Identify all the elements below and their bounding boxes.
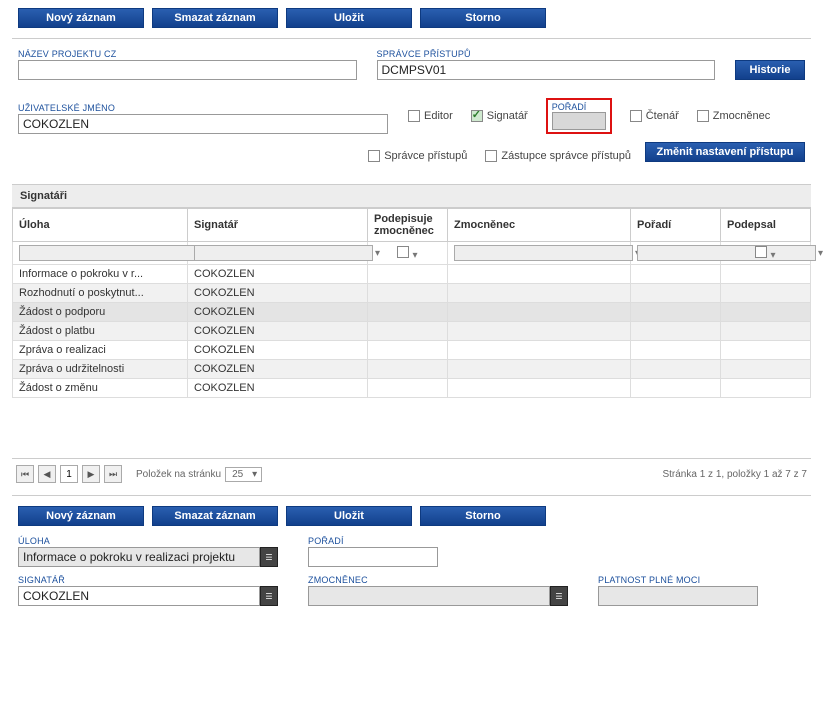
filter-signed[interactable] — [755, 246, 767, 258]
filter-task[interactable] — [19, 245, 198, 261]
proxy-picker-icon[interactable]: ☰ — [550, 586, 568, 606]
signatory-input[interactable] — [18, 586, 260, 606]
funnel-icon[interactable]: ▾ — [413, 250, 418, 261]
access-admin-label: SPRÁVCE PŘÍSTUPŮ — [377, 49, 716, 59]
task-input[interactable] — [18, 547, 260, 567]
funnel-icon[interactable]: ▾ — [771, 250, 776, 261]
pager-first-button[interactable]: ⏮ — [16, 465, 34, 483]
proxy-checkbox[interactable]: Zmocněnec — [697, 110, 770, 122]
pager-page-input[interactable] — [60, 465, 78, 483]
order-input[interactable] — [552, 112, 606, 130]
table-row[interactable]: Informace o pokroku v r...COKOZLEN — [13, 265, 811, 284]
filter-proxy[interactable] — [454, 245, 633, 261]
task-label: ÚLOHA — [18, 536, 278, 546]
table-row[interactable]: Zpráva o udržitelnostiCOKOZLEN — [13, 360, 811, 379]
validity-input[interactable] — [598, 586, 758, 606]
role-checkboxes: Editor Signatář POŘADÍ Čtenář Zmocněnec — [408, 88, 770, 134]
pager: ⏮ ◀ ▶ ⏭ Položek na stránku 25 Stránka 1 … — [12, 458, 811, 489]
history-button[interactable]: Historie — [735, 60, 805, 80]
top-toolbar: Nový záznam Smazat záznam Uložit Storno — [12, 4, 811, 32]
pager-prev-button[interactable]: ◀ — [38, 465, 56, 483]
delete-record-button[interactable]: Smazat záznam — [152, 8, 278, 28]
signatories-table: Úloha Signatář Podepisuje zmocněnec Zmoc… — [12, 208, 811, 398]
username-input[interactable] — [18, 114, 388, 134]
signatory-label: SIGNATÁŘ — [18, 575, 278, 585]
filter-signs-proxy[interactable] — [397, 246, 409, 258]
reader-checkbox[interactable]: Čtenář — [630, 110, 679, 122]
access-admin-checkbox[interactable]: Správce přístupů — [368, 150, 467, 162]
order-highlight-box: POŘADÍ — [546, 98, 612, 134]
col-signatory[interactable]: Signatář — [188, 209, 368, 242]
deputy-admin-checkbox[interactable]: Zástupce správce přístupů — [485, 150, 631, 162]
project-name-input[interactable] — [18, 60, 357, 80]
project-name-label: NÁZEV PROJEKTU CZ — [18, 49, 357, 59]
validity-label: PLATNOST PLNÉ MOCI — [598, 575, 758, 585]
pager-items-label: Položek na stránku — [136, 469, 221, 480]
access-admin-input[interactable] — [377, 60, 716, 80]
save-button-2[interactable]: Uložit — [286, 506, 412, 526]
col-order[interactable]: Pořadí — [631, 209, 721, 242]
proxy-label: ZMOCNĚNEC — [308, 575, 568, 585]
order-label: POŘADÍ — [552, 102, 606, 112]
table-row[interactable]: Žádost o podporuCOKOZLEN — [13, 303, 811, 322]
filter-order[interactable] — [637, 245, 816, 261]
change-access-button[interactable]: Změnit nastavení přístupu — [645, 142, 805, 162]
editor-checkbox[interactable]: Editor — [408, 110, 453, 122]
table-row[interactable]: Žádost o změnuCOKOZLEN — [13, 379, 811, 398]
col-signs-proxy[interactable]: Podepisuje zmocněnec — [368, 209, 448, 242]
cancel-button-2[interactable]: Storno — [420, 506, 546, 526]
filter-signatory[interactable] — [194, 245, 373, 261]
signatory-picker-icon[interactable]: ☰ — [260, 586, 278, 606]
col-proxy[interactable]: Zmocněnec — [448, 209, 631, 242]
pager-last-button[interactable]: ⏭ — [104, 465, 122, 483]
pager-perpage-select[interactable]: 25 — [225, 467, 262, 482]
order-label-2: POŘADÍ — [308, 536, 438, 546]
new-record-button[interactable]: Nový záznam — [18, 8, 144, 28]
pager-summary: Stránka 1 z 1, položky 1 až 7 z 7 — [662, 469, 807, 480]
signatory-detail-form: ÚLOHA ☰ POŘADÍ SIGNATÁŘ ☰ ZMOCNĚNEC ☰ — [12, 530, 811, 620]
new-record-button-2[interactable]: Nový záznam — [18, 506, 144, 526]
col-task[interactable]: Úloha — [13, 209, 188, 242]
delete-record-button-2[interactable]: Smazat záznam — [152, 506, 278, 526]
proxy-input[interactable] — [308, 586, 550, 606]
cancel-button[interactable]: Storno — [420, 8, 546, 28]
table-row[interactable]: Žádost o platbuCOKOZLEN — [13, 322, 811, 341]
signatories-section-title: Signatáři — [12, 184, 811, 208]
project-access-form: NÁZEV PROJEKTU CZ SPRÁVCE PŘÍSTUPŮ Histo… — [12, 45, 811, 174]
funnel-icon[interactable]: ▾ — [818, 248, 823, 259]
task-picker-icon[interactable]: ☰ — [260, 547, 278, 567]
pager-next-button[interactable]: ▶ — [82, 465, 100, 483]
lower-toolbar: Nový záznam Smazat záznam Uložit Storno — [12, 502, 811, 530]
col-signed[interactable]: Podepsal — [721, 209, 811, 242]
username-label: UŽIVATELSKÉ JMÉNO — [18, 103, 388, 113]
funnel-icon[interactable]: ▾ — [375, 248, 380, 259]
table-row[interactable]: Zpráva o realizaciCOKOZLEN — [13, 341, 811, 360]
save-button[interactable]: Uložit — [286, 8, 412, 28]
signatory-checkbox[interactable]: Signatář — [471, 110, 528, 122]
order-input-2[interactable] — [308, 547, 438, 567]
table-row[interactable]: Rozhodnutí o poskytnut...COKOZLEN — [13, 284, 811, 303]
